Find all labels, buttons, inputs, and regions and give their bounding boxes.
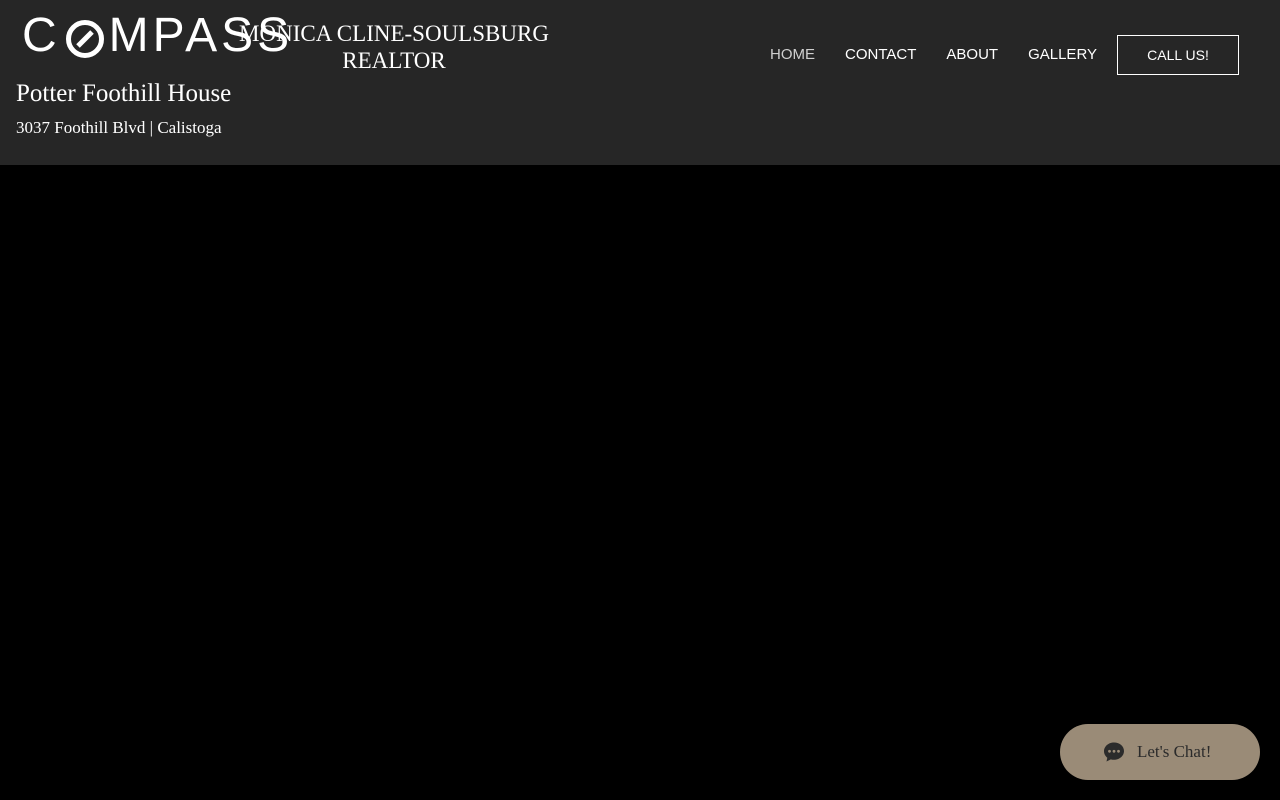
property-address: 3037 Foothill Blvd | Calistoga (16, 118, 222, 137)
nav-gallery[interactable]: GALLERY (1013, 45, 1112, 65)
lets-chat-button[interactable]: Let's Chat! (1060, 724, 1260, 780)
chat-bubble-icon (1102, 740, 1126, 764)
hero-media-area (0, 165, 1280, 800)
agent-name: MONICA CLINE-SOULSBURG REALTOR (239, 21, 549, 73)
site-header: C MPASS MONICA CLINE-SOULSBURG REALTOR P… (0, 0, 1280, 165)
property-title: Potter Foothill House (16, 80, 232, 107)
call-us-button[interactable]: CALL US! (1117, 35, 1239, 75)
chat-label: Let's Chat! (1137, 742, 1212, 761)
nav-contact[interactable]: CONTACT (830, 45, 931, 65)
nav-home[interactable]: HOME (755, 45, 830, 65)
main-nav: HOME CONTACT ABOUT GALLERY (755, 45, 1112, 65)
logo-text-pre: C (22, 9, 61, 62)
compass-o-icon (65, 16, 105, 58)
nav-about[interactable]: ABOUT (931, 45, 1013, 65)
